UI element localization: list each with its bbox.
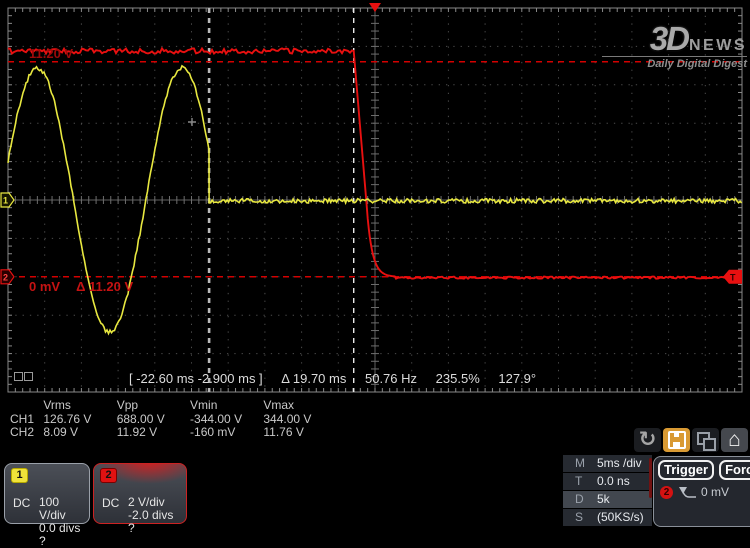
trigger-panel: Trigger Force 2 0 mV (653, 456, 750, 527)
trigger-level-marker[interactable]: T (723, 270, 742, 284)
panel-scroll-indicator (649, 458, 652, 498)
svg-text:2: 2 (3, 272, 8, 282)
channel1-scale: 100 V/div (39, 496, 89, 522)
header-vmin: Vmin (190, 399, 260, 413)
trigger-source-badge: 2 (660, 486, 673, 499)
table-row: CH2 8.09 V 11.92 V -160 mV 11.76 V (10, 426, 333, 440)
cursor-delta: Δ 19.70 ms (281, 371, 346, 386)
reference-cross-icon (188, 118, 196, 126)
ch2-vrms: 8.09 V (43, 426, 113, 440)
cursor-bottom-value: 0 mV (29, 279, 60, 294)
cursor-pair-icon (14, 372, 23, 381)
table-row: CH1 126.76 V 688.00 V -344.00 V 344.00 V (10, 413, 333, 427)
trigger-level: 0 mV (701, 485, 729, 499)
ch2-vmin: -160 mV (190, 426, 260, 440)
cursor-duty: 235.5% (436, 371, 480, 386)
ch1-row-label: CH1 (10, 413, 40, 427)
sample-rate-row[interactable]: S (50KS/s) (563, 509, 652, 526)
logo-tagline: Daily Digital Digest (602, 56, 747, 70)
cursor-window: [ -22.60 ms -2.900 ms ] (129, 371, 263, 386)
logo-3d: 3D (650, 25, 688, 53)
cursor-bottom-delta: Δ 11.20 V (76, 279, 133, 294)
ch1-vrms: 126.76 V (43, 413, 113, 427)
ch2-vmax: 11.76 V (263, 426, 333, 440)
channel2-probe: ? (128, 522, 173, 535)
3dnews-logo: 3D NEWS Daily Digital Digest (602, 25, 747, 70)
force-button[interactable]: Force (719, 460, 750, 480)
ch1-vmin: -344.00 V (190, 413, 260, 427)
channel1-badge: 1 (11, 468, 28, 483)
scope-display: 1 2 T 11.20 V 0 mV Δ 11.20 V [ -22.60 ms … (0, 0, 750, 395)
ch1-zero-marker[interactable]: 1 (1, 193, 14, 207)
svg-text:T: T (730, 272, 736, 282)
toolbar: ↻ ⌂ (634, 428, 748, 452)
channel2-badge: 2 (100, 468, 117, 483)
voltage-cursor-top-label: 11.20 V (29, 46, 73, 61)
ch2-zero-marker[interactable]: 2 (1, 270, 14, 284)
time-cursor-readout: [ -22.60 ms -2.900 ms ] Δ 19.70 ms 50.76… (129, 371, 551, 386)
channel2-settings-box[interactable]: 2 DC 2 V/div -2.0 divs ? (93, 463, 187, 524)
trigger-button[interactable]: Trigger (658, 460, 714, 480)
channel1-position: 0.0 divs (39, 522, 89, 535)
header-vmax: Vmax (263, 399, 333, 413)
measurement-table: Vrms Vpp Vmin Vmax CH1 126.76 V 688.00 V… (10, 399, 333, 440)
cursor-phase: 127.9° (498, 371, 536, 386)
timebase-row[interactable]: M 5ms /div (563, 455, 652, 472)
ch2-row-label: CH2 (10, 426, 40, 440)
depth-row[interactable]: D 5k (563, 491, 652, 508)
ch1-vmax: 344.00 V (263, 413, 333, 427)
cursor-frequency: 50.76 Hz (365, 371, 417, 386)
ch2-vpp: 11.92 V (117, 426, 187, 440)
falling-edge-icon (677, 485, 697, 499)
channel2-coupling: DC (102, 496, 128, 535)
channel1-probe: ? (39, 535, 89, 548)
refresh-icon[interactable]: ↻ (634, 428, 661, 452)
channel1-coupling: DC (13, 496, 39, 548)
ch1-vpp: 688.00 V (117, 413, 187, 427)
measurement-header-row: Vrms Vpp Vmin Vmax (10, 399, 333, 413)
acquisition-panel: M 5ms /div T 0.0 ns D 5k S (50KS/s) (563, 455, 652, 527)
header-vrms: Vrms (43, 399, 113, 413)
cursor-pair-icon (24, 372, 33, 381)
svg-text:1: 1 (3, 196, 8, 206)
copy-icon[interactable] (692, 428, 719, 452)
channel1-settings-box[interactable]: 1 DC 100 V/div 0.0 divs ? (4, 463, 90, 524)
voltage-cursor-bottom-label: 0 mV Δ 11.20 V (29, 279, 149, 294)
trigger-offset-row[interactable]: T 0.0 ns (563, 473, 652, 490)
home-icon[interactable]: ⌂ (721, 428, 748, 452)
header-vpp: Vpp (117, 399, 187, 413)
logo-news: NEWS (689, 37, 747, 55)
save-icon[interactable] (663, 428, 690, 452)
